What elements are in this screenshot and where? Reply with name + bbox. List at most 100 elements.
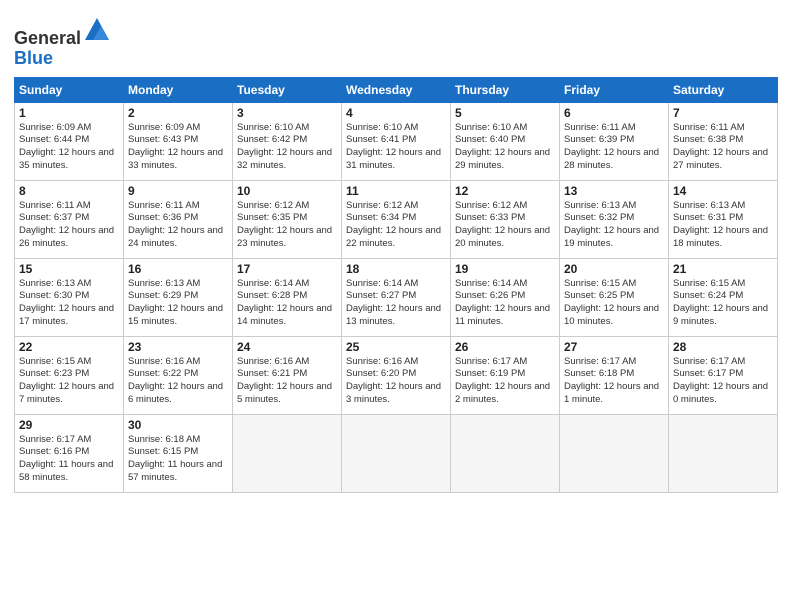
logo-general: General [14,28,81,48]
day-number: 2 [128,106,228,120]
day-number: 3 [237,106,337,120]
logo-icon [83,16,111,44]
day-number: 22 [19,340,119,354]
day-number: 6 [564,106,664,120]
day-cell-29: 29 Sunrise: 6:17 AMSunset: 6:16 PMDayligh… [15,414,124,492]
day-info: Sunrise: 6:12 AMSunset: 6:35 PMDaylight:… [237,200,337,251]
empty-cell [342,414,451,492]
day-number: 17 [237,262,337,276]
day-info: Sunrise: 6:16 AMSunset: 6:21 PMDaylight:… [237,356,337,407]
day-info: Sunrise: 6:13 AMSunset: 6:29 PMDaylight:… [128,278,228,329]
day-cell-17: 17Sunrise: 6:14 AMSunset: 6:28 PMDayligh… [233,258,342,336]
day-cell-23: 23 Sunrise: 6:16 AMSunset: 6:22 PMDayligh… [124,336,233,414]
day-number: 13 [564,184,664,198]
day-info: Sunrise: 6:17 AMSunset: 6:18 PMDaylight:… [564,356,664,407]
day-cell-16: 16 Sunrise: 6:13 AMSunset: 6:29 PMDayligh… [124,258,233,336]
day-cell-26: 26Sunrise: 6:17 AMSunset: 6:19 PMDayligh… [451,336,560,414]
day-cell-13: 13 Sunrise: 6:13 AMSunset: 6:32 PMDayligh… [560,180,669,258]
weekday-thursday: Thursday [451,77,560,102]
day-number: 5 [455,106,555,120]
day-info: Sunrise: 6:10 AMSunset: 6:40 PMDaylight:… [455,122,555,173]
week-row-3: 15 Sunrise: 6:13 AMSunset: 6:30 PMDayligh… [15,258,778,336]
day-number: 30 [128,418,228,432]
day-info: Sunrise: 6:17 AMSunset: 6:16 PMDaylight:… [19,434,119,485]
day-cell-30: 30 Sunrise: 6:18 AMSunset: 6:15 PMDayligh… [124,414,233,492]
day-number: 16 [128,262,228,276]
day-cell-14: 14 Sunrise: 6:13 AMSunset: 6:31 PMDayligh… [669,180,778,258]
day-cell-24: 24 Sunrise: 6:16 AMSunset: 6:21 PMDayligh… [233,336,342,414]
day-cell-7: 7 Sunrise: 6:11 AMSunset: 6:38 PMDaylight… [669,102,778,180]
day-info: Sunrise: 6:13 AMSunset: 6:30 PMDaylight:… [19,278,119,329]
empty-cell [451,414,560,492]
day-cell-28: 28 Sunrise: 6:17 AMSunset: 6:17 PMDayligh… [669,336,778,414]
weekday-sunday: Sunday [15,77,124,102]
day-info: Sunrise: 6:16 AMSunset: 6:22 PMDaylight:… [128,356,228,407]
day-cell-20: 20 Sunrise: 6:15 AMSunset: 6:25 PMDayligh… [560,258,669,336]
day-cell-2: 2 Sunrise: 6:09 AMSunset: 6:43 PMDaylight… [124,102,233,180]
day-number: 15 [19,262,119,276]
week-row-1: 1 Sunrise: 6:09 AMSunset: 6:44 PMDaylight… [15,102,778,180]
day-info: Sunrise: 6:11 AMSunset: 6:39 PMDaylight:… [564,122,664,173]
day-info: Sunrise: 6:12 AMSunset: 6:33 PMDaylight:… [455,200,555,251]
day-cell-4: 4 Sunrise: 6:10 AMSunset: 6:41 PMDaylight… [342,102,451,180]
logo-blue: Blue [14,48,53,68]
day-number: 12 [455,184,555,198]
empty-cell [669,414,778,492]
day-info: Sunrise: 6:15 AMSunset: 6:25 PMDaylight:… [564,278,664,329]
day-cell-27: 27 Sunrise: 6:17 AMSunset: 6:18 PMDayligh… [560,336,669,414]
day-number: 20 [564,262,664,276]
weekday-saturday: Saturday [669,77,778,102]
day-info: Sunrise: 6:15 AMSunset: 6:24 PMDaylight:… [673,278,773,329]
day-number: 21 [673,262,773,276]
day-number: 14 [673,184,773,198]
empty-cell [233,414,342,492]
logo: General Blue [14,16,111,69]
day-number: 23 [128,340,228,354]
day-number: 19 [455,262,555,276]
day-number: 9 [128,184,228,198]
day-number: 27 [564,340,664,354]
day-cell-10: 10 Sunrise: 6:12 AMSunset: 6:35 PMDayligh… [233,180,342,258]
day-number: 28 [673,340,773,354]
day-number: 1 [19,106,119,120]
calendar-table: SundayMondayTuesdayWednesdayThursdayFrid… [14,77,778,493]
day-info: Sunrise: 6:15 AMSunset: 6:23 PMDaylight:… [19,356,119,407]
day-number: 11 [346,184,446,198]
day-number: 29 [19,418,119,432]
day-info: Sunrise: 6:13 AMSunset: 6:32 PMDaylight:… [564,200,664,251]
day-number: 10 [237,184,337,198]
day-cell-5: 5 Sunrise: 6:10 AMSunset: 6:40 PMDaylight… [451,102,560,180]
weekday-wednesday: Wednesday [342,77,451,102]
day-info: Sunrise: 6:10 AMSunset: 6:41 PMDaylight:… [346,122,446,173]
day-number: 7 [673,106,773,120]
day-number: 26 [455,340,555,354]
weekday-tuesday: Tuesday [233,77,342,102]
weekday-header-row: SundayMondayTuesdayWednesdayThursdayFrid… [15,77,778,102]
day-number: 25 [346,340,446,354]
day-number: 18 [346,262,446,276]
day-info: Sunrise: 6:10 AMSunset: 6:42 PMDaylight:… [237,122,337,173]
day-cell-22: 22 Sunrise: 6:15 AMSunset: 6:23 PMDayligh… [15,336,124,414]
day-info: Sunrise: 6:14 AMSunset: 6:27 PMDaylight:… [346,278,446,329]
day-info: Sunrise: 6:13 AMSunset: 6:31 PMDaylight:… [673,200,773,251]
day-cell-1: 1 Sunrise: 6:09 AMSunset: 6:44 PMDaylight… [15,102,124,180]
day-info: Sunrise: 6:17 AMSunset: 6:17 PMDaylight:… [673,356,773,407]
week-row-2: 8Sunrise: 6:11 AMSunset: 6:37 PMDaylight… [15,180,778,258]
day-cell-3: 3 Sunrise: 6:10 AMSunset: 6:42 PMDaylight… [233,102,342,180]
day-info: Sunrise: 6:11 AMSunset: 6:38 PMDaylight:… [673,122,773,173]
day-info: Sunrise: 6:09 AMSunset: 6:43 PMDaylight:… [128,122,228,173]
day-cell-21: 21 Sunrise: 6:15 AMSunset: 6:24 PMDayligh… [669,258,778,336]
day-cell-25: 25Sunrise: 6:16 AMSunset: 6:20 PMDayligh… [342,336,451,414]
day-number: 24 [237,340,337,354]
day-info: Sunrise: 6:09 AMSunset: 6:44 PMDaylight:… [19,122,119,173]
day-number: 4 [346,106,446,120]
day-info: Sunrise: 6:14 AMSunset: 6:26 PMDaylight:… [455,278,555,329]
header: General Blue [14,10,778,69]
page: General Blue SundayMondayTuesdayWednesda… [0,0,792,612]
day-info: Sunrise: 6:11 AMSunset: 6:36 PMDaylight:… [128,200,228,251]
day-cell-12: 12 Sunrise: 6:12 AMSunset: 6:33 PMDayligh… [451,180,560,258]
day-info: Sunrise: 6:11 AMSunset: 6:37 PMDaylight:… [19,200,119,251]
empty-cell [560,414,669,492]
day-info: Sunrise: 6:18 AMSunset: 6:15 PMDaylight:… [128,434,228,485]
day-cell-6: 6 Sunrise: 6:11 AMSunset: 6:39 PMDaylight… [560,102,669,180]
